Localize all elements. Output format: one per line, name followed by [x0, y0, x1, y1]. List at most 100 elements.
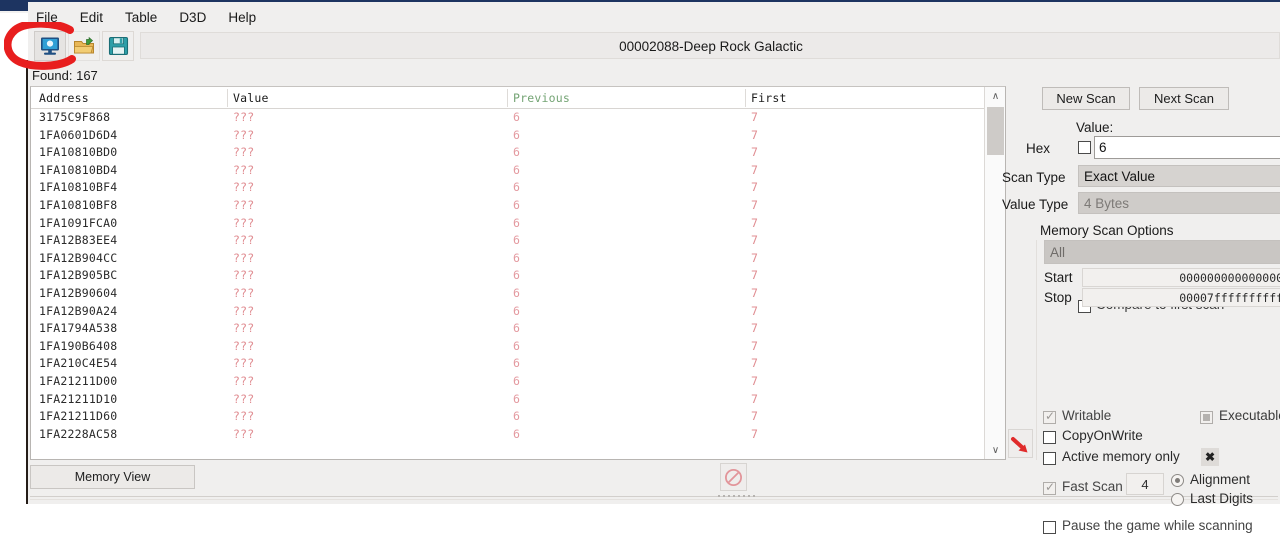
table-row[interactable]: 1FA190B6408??? 6 7: [31, 338, 1005, 356]
cell-previous: 6: [513, 250, 521, 265]
menu-edit[interactable]: Edit: [69, 10, 114, 25]
cell-previous: 6: [513, 162, 521, 177]
cell-address: 1FA21211D00: [39, 373, 118, 388]
cell-previous: 6: [513, 180, 521, 195]
last-digits-radio[interactable]: [1171, 493, 1184, 506]
memory-view-button[interactable]: Memory View: [30, 465, 195, 489]
table-row[interactable]: 1FA12B90A24??? 6 7: [31, 303, 1005, 321]
pause-game-checkbox[interactable]: [1043, 521, 1056, 534]
cell-previous: 6: [513, 426, 521, 441]
monitor-icon: [41, 37, 59, 55]
cell-first: 7: [751, 180, 759, 195]
cell-first: 7: [751, 285, 759, 300]
scan-results-list[interactable]: Address Value Previous First 3175C9F868?…: [30, 86, 1006, 460]
cell-value: ???: [233, 233, 255, 248]
scan-type-value: Exact Value: [1084, 168, 1156, 184]
cell-value: ???: [233, 127, 255, 142]
table-row[interactable]: 1FA21211D10??? 6 7: [31, 391, 1005, 409]
alignment-label: Alignment: [1190, 472, 1251, 487]
table-row[interactable]: 1FA12B904CC??? 6 7: [31, 250, 1005, 268]
column-divider[interactable]: [745, 89, 746, 107]
column-header-value[interactable]: Value: [233, 91, 269, 105]
hex-checkbox[interactable]: [1078, 141, 1091, 154]
scrollbar-thumb[interactable]: [987, 107, 1004, 155]
floppy-disk-icon: [108, 36, 128, 56]
next-scan-button[interactable]: Next Scan: [1139, 87, 1229, 110]
writable-checkbox[interactable]: [1043, 409, 1056, 424]
menu-help[interactable]: Help: [217, 10, 267, 25]
cell-address: 1FA12B90A24: [39, 303, 118, 318]
cell-address: 1FA190B6408: [39, 338, 118, 353]
active-memory-only-checkbox[interactable]: [1043, 452, 1056, 465]
copyonwrite-checkbox[interactable]: [1043, 431, 1056, 444]
start-address-input[interactable]: 0000000000000000: [1082, 268, 1280, 287]
save-table-button[interactable]: [102, 31, 134, 61]
select-process-button[interactable]: [34, 31, 66, 61]
column-header-previous[interactable]: Previous: [513, 91, 570, 105]
memory-region-select[interactable]: All ▾: [1044, 240, 1280, 264]
resize-grip-icon[interactable]: [716, 494, 758, 499]
cell-previous: 6: [513, 127, 521, 142]
table-row[interactable]: 1FA21211D60??? 6 7: [31, 408, 1005, 426]
scan-type-select[interactable]: Exact Value ▾: [1078, 165, 1280, 187]
cell-previous: 6: [513, 356, 521, 371]
table-row[interactable]: 1FA1091FCA0??? 6 7: [31, 215, 1005, 233]
open-table-button[interactable]: [68, 31, 100, 61]
fast-scan-label: Fast Scan: [1062, 479, 1123, 494]
column-header-first[interactable]: First: [751, 91, 787, 105]
table-row[interactable]: 1FA10810BD0??? 6 7: [31, 144, 1005, 162]
cell-previous: 6: [513, 197, 521, 212]
table-row[interactable]: 1FA21211D00??? 6 7: [31, 373, 1005, 391]
cell-previous: 6: [513, 409, 521, 424]
stop-address-input[interactable]: 00007fffffffffff: [1082, 288, 1280, 307]
fast-scan-checkbox[interactable]: [1043, 480, 1056, 495]
menu-table[interactable]: Table: [114, 10, 168, 25]
scroll-up-icon[interactable]: ∧: [985, 87, 1006, 105]
cell-first: 7: [751, 356, 759, 371]
table-row[interactable]: 1FA0601D6D4??? 6 7: [31, 127, 1005, 145]
start-address-label: Start: [1044, 270, 1073, 285]
cell-address: 1FA12B83EE4: [39, 233, 118, 248]
table-row[interactable]: 1FA2228AC58??? 6 7: [31, 426, 1005, 444]
scan-value-input[interactable]: 6: [1094, 136, 1280, 159]
footer-divider: [30, 496, 1278, 497]
results-scrollbar[interactable]: ∧ ∨: [984, 87, 1005, 459]
menubar: File Edit Table D3D Help: [28, 6, 267, 28]
cell-value: ???: [233, 373, 255, 388]
table-row[interactable]: 1FA12B83EE4??? 6 7: [31, 232, 1005, 250]
stop-address-label: Stop: [1044, 290, 1072, 305]
menu-file[interactable]: File: [28, 10, 69, 25]
executable-checkbox[interactable]: [1200, 411, 1213, 424]
table-row[interactable]: 1FA10810BF8??? 6 7: [31, 197, 1005, 215]
found-count-label: Found: 167: [32, 68, 98, 83]
cell-first: 7: [751, 162, 759, 177]
alignment-radio[interactable]: [1171, 474, 1184, 487]
fast-scan-alignment-input[interactable]: 4: [1126, 473, 1164, 495]
cell-value: ???: [233, 180, 255, 195]
target-process-title: 00002088-Deep Rock Galactic: [619, 39, 803, 54]
table-row[interactable]: 1FA12B905BC??? 6 7: [31, 267, 1005, 285]
cell-value: ???: [233, 250, 255, 265]
column-header-address[interactable]: Address: [39, 91, 89, 105]
cell-first: 7: [751, 426, 759, 441]
cell-first: 7: [751, 250, 759, 265]
table-row[interactable]: 1FA12B90604??? 6 7: [31, 285, 1005, 303]
column-divider[interactable]: [227, 89, 228, 107]
table-row[interactable]: 1FA10810BD4??? 6 7: [31, 162, 1005, 180]
cell-value: ???: [233, 303, 255, 318]
new-scan-button[interactable]: New Scan: [1042, 87, 1130, 110]
value-type-value: 4 Bytes: [1084, 195, 1130, 211]
column-divider[interactable]: [507, 89, 508, 107]
cell-value: ???: [233, 215, 255, 230]
menu-d3d[interactable]: D3D: [168, 10, 217, 25]
target-process-bar[interactable]: 00002088-Deep Rock Galactic: [140, 32, 1280, 59]
table-row[interactable]: 1FA10810BF4??? 6 7: [31, 179, 1005, 197]
scroll-down-icon[interactable]: ∨: [985, 441, 1006, 459]
close-icon[interactable]: ✖: [1201, 448, 1219, 466]
table-row[interactable]: 3175C9F868??? 6 7: [31, 109, 1005, 127]
table-row[interactable]: 1FA210C4E54??? 6 7: [31, 355, 1005, 373]
table-row[interactable]: 1FA1794A538??? 6 7: [31, 320, 1005, 338]
stop-scan-button[interactable]: [720, 463, 747, 491]
value-type-select[interactable]: 4 Bytes ▾: [1078, 192, 1280, 214]
cell-value: ???: [233, 338, 255, 353]
